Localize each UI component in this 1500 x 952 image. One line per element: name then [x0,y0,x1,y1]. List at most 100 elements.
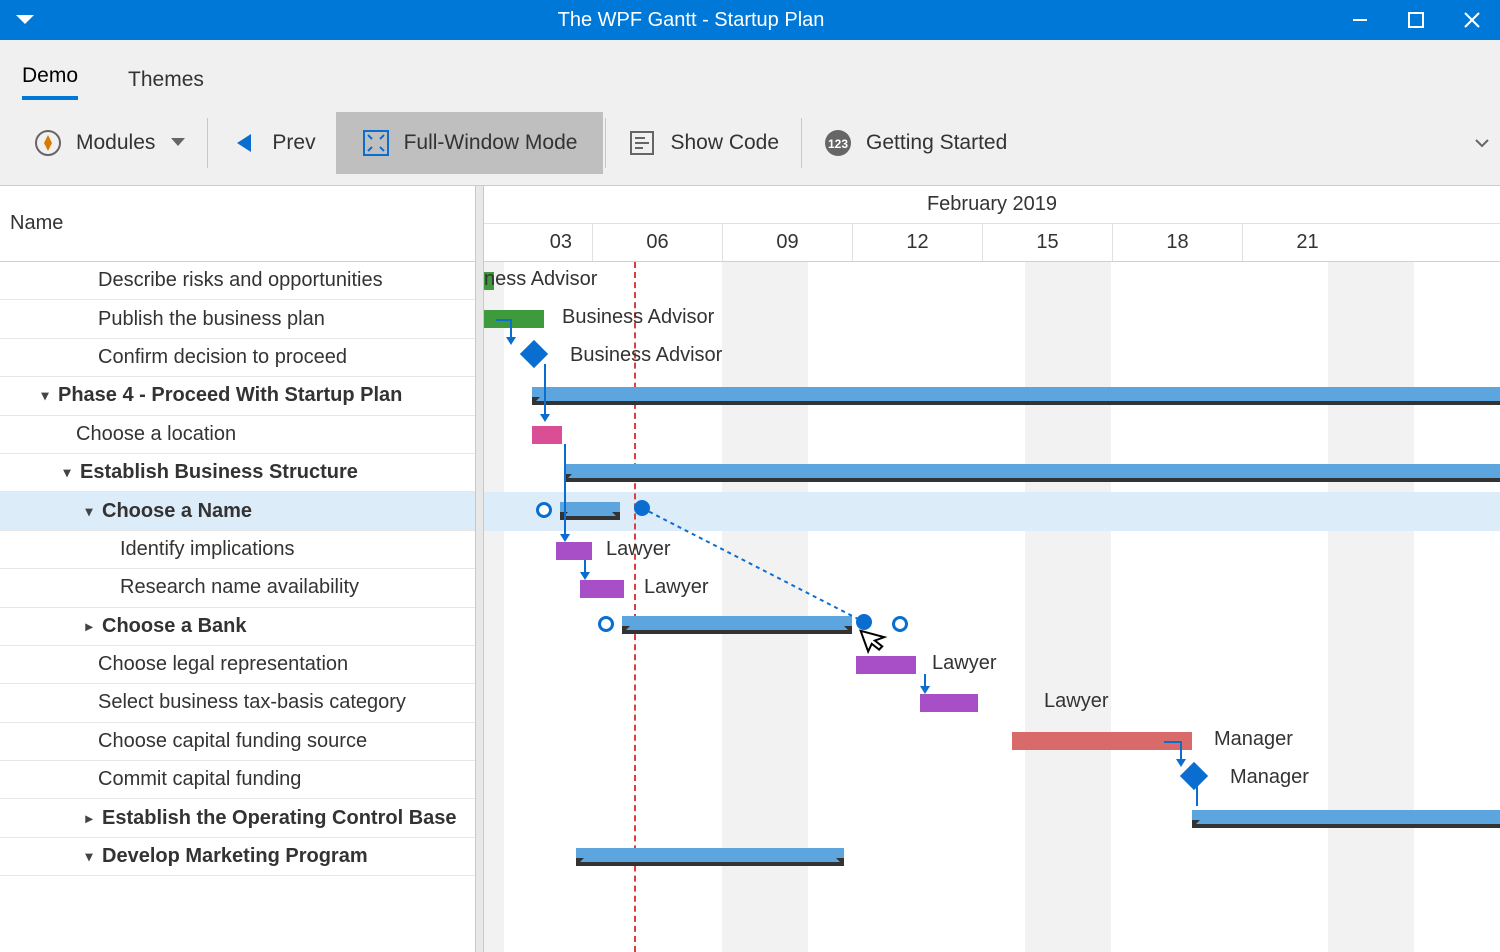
task-resource-label: ness Advisor [484,268,597,291]
task-tree-panel: Name Describe risks and opportunities Pub… [0,186,476,952]
tree-row-label: Publish the business plan [98,308,325,331]
task-resource-label: Manager [1230,766,1309,789]
tree-row-label: Choose a Bank [102,615,246,638]
task-bar[interactable] [920,694,978,712]
expander-expanded-icon[interactable]: ▾ [36,387,54,404]
getting-started-icon: 123 [824,129,852,157]
dependency-arrow [920,686,930,694]
fullwindow-label: Full-Window Mode [404,131,578,155]
timeline-day-header: 18 [1112,224,1242,262]
dependency-link [510,319,512,339]
dependency-link [564,444,566,536]
tree-row-label: Describe risks and opportunities [98,269,383,292]
tree-row[interactable]: Identify implications [0,531,475,569]
tree-row[interactable]: Research name availability [0,569,475,607]
prev-button[interactable]: Prev [210,112,335,174]
timeline-day-header: 03 [484,224,592,262]
expander-collapsed-icon[interactable]: ▸ [80,618,98,635]
tree-row[interactable]: Commit capital funding [0,761,475,799]
tree-row[interactable]: ▾Phase 4 - Proceed With Startup Plan [0,377,475,415]
dependency-arrow [1176,759,1186,767]
tree-row-label: Choose a Name [102,500,252,523]
quick-access-icon[interactable] [0,15,50,25]
toolbar-overflow-icon[interactable] [1474,137,1490,149]
expander-expanded-icon[interactable]: ▾ [80,503,98,520]
tree-row-label: Establish Business Structure [80,461,358,484]
tree-row-label: Confirm decision to proceed [98,346,347,369]
dependency-link [1196,786,1198,806]
expander-expanded-icon[interactable]: ▾ [80,848,98,865]
weekend-shade [1328,262,1414,952]
dependency-link [496,319,510,321]
tree-row[interactable]: Choose legal representation [0,646,475,684]
maximize-button[interactable] [1388,0,1444,40]
tree-row-label: Select business tax-basis category [98,691,406,714]
task-resource-label: Business Advisor [570,344,722,367]
gantt-timeline-panel: February 2019 03060912151821 ness Adviso… [484,186,1500,952]
summary-bar[interactable] [564,464,1500,482]
dependency-link [1180,741,1182,761]
summary-bar[interactable] [576,848,844,866]
tree-row[interactable]: Describe risks and opportunities [0,262,475,300]
selection-handle[interactable] [536,502,552,518]
getting-started-button[interactable]: 123 Getting Started [804,112,1027,174]
tree-row[interactable]: ▾Establish Business Structure [0,454,475,492]
title-bar: The WPF Gantt - Startup Plan [0,0,1500,40]
task-resource-label: Business Advisor [562,306,714,329]
tree-row[interactable]: ▾Choose a Name [0,492,475,530]
fullscreen-icon [362,129,390,157]
weekend-shade [1025,262,1111,952]
timeline-day-header: 15 [982,224,1112,262]
minimize-button[interactable] [1332,0,1388,40]
task-resource-label: Lawyer [1044,690,1108,713]
tree-row[interactable]: ▾Develop Marketing Program [0,838,475,876]
task-bar[interactable] [484,310,544,328]
code-icon [628,129,656,157]
expander-collapsed-icon[interactable]: ▸ [80,810,98,827]
tree-row-label: Commit capital funding [98,768,301,791]
selection-handle[interactable] [598,616,614,632]
full-window-button[interactable]: Full-Window Mode [336,112,604,174]
tree-row[interactable]: Select business tax-basis category [0,684,475,722]
close-button[interactable] [1444,0,1500,40]
task-bar[interactable] [556,542,592,560]
dependency-arrow [560,534,570,542]
tree-header-name: Name [0,186,475,262]
expander-expanded-icon[interactable]: ▾ [58,464,76,481]
summary-bar[interactable] [1192,810,1500,828]
tree-row[interactable]: ▸Establish the Operating Control Base [0,799,475,837]
task-bar[interactable] [856,656,916,674]
weekend-shade [484,262,504,952]
timeline-header: February 2019 03060912151821 [484,186,1500,262]
tree-row[interactable]: Publish the business plan [0,300,475,338]
timeline-day-header: 09 [722,224,852,262]
tree-row[interactable]: ▸Choose a Bank [0,608,475,646]
dependency-arrow [506,337,516,345]
timeline-body[interactable]: ness Advisor Business Advisor Business A… [484,262,1500,952]
selection-handle[interactable] [892,616,908,632]
tree-row[interactable]: Choose a location [0,416,475,454]
dependency-arrow [580,572,590,580]
tab-themes[interactable]: Themes [128,56,204,100]
summary-bar[interactable] [560,502,620,520]
task-bar[interactable] [580,580,624,598]
tree-rows: Describe risks and opportunities Publish … [0,262,475,876]
compass-icon [34,129,62,157]
timeline-day-header: 06 [592,224,722,262]
tree-row-label: Choose a location [76,423,236,446]
dependency-link [544,364,546,416]
tree-row-label: Research name availability [120,576,359,599]
tree-row-label: Develop Marketing Program [102,845,368,868]
modules-dropdown[interactable]: Modules [14,112,205,174]
tree-row[interactable]: Choose capital funding source [0,723,475,761]
splitter[interactable] [476,186,484,952]
prev-label: Prev [272,131,315,155]
summary-bar[interactable] [532,387,1500,405]
toolbar-separator [605,118,606,168]
tree-row[interactable]: Confirm decision to proceed [0,339,475,377]
show-code-button[interactable]: Show Code [608,112,799,174]
getting-label: Getting Started [866,131,1007,155]
tab-demo[interactable]: Demo [22,52,78,100]
task-bar[interactable] [532,426,562,444]
window-title: The WPF Gantt - Startup Plan [50,9,1332,32]
